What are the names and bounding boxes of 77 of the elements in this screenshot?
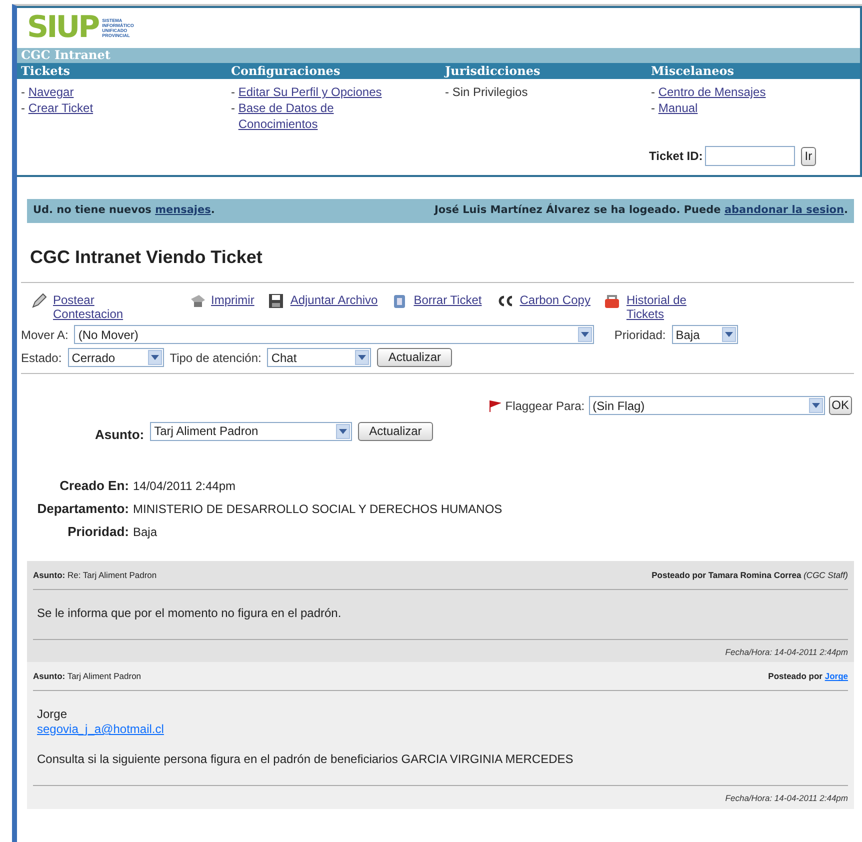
- field-label: Asunto:: [95, 426, 144, 444]
- post-text: Consulta si la siguiente persona figura en el padrón de beneficiarios GARCIA VIRGINIA MERCEDES: [37, 752, 574, 768]
- flag-icon: [489, 400, 502, 412]
- menu-heading: Configuraciones: [227, 63, 441, 79]
- caret-icon: [355, 350, 370, 366]
- logo: SIUP: [27, 13, 98, 43]
- toolbar-link[interactable]: Postear Contestacion: [53, 293, 143, 322]
- menu-text: Sin Privilegios: [452, 84, 528, 100]
- dropdown[interactable]: Cerrado: [68, 348, 164, 368]
- toolbar-link[interactable]: Historial de Tickets: [626, 293, 696, 322]
- dropdown[interactable]: Tarj Aliment Padron: [150, 422, 352, 441]
- field-value: MINISTERIO DE DESARROLLO SOCIAL Y DERECHOS HUMANOS: [133, 502, 504, 516]
- dropdown[interactable]: (Sin Flag): [588, 396, 825, 416]
- menu-heading: Miscelaneos: [647, 63, 860, 79]
- bullet-dash: -: [231, 100, 236, 116]
- bullet-dash: -: [21, 100, 26, 116]
- menu-heading: Tickets: [17, 63, 227, 79]
- field-label: Departamento:: [36, 502, 129, 516]
- caret-icon: [148, 350, 162, 366]
- page-title: CGC Intranet Viendo Ticket: [30, 246, 264, 268]
- caret-icon: [808, 398, 823, 414]
- author-link[interactable]: Jorge: [824, 671, 848, 682]
- post-subject: Asunto: Tarj Aliment Padron: [33, 670, 142, 684]
- printer-icon: [189, 293, 205, 310]
- ticket-id-field[interactable]: [704, 146, 795, 166]
- dropdown[interactable]: (No Mover): [74, 325, 594, 344]
- post-author: Posteado por Jorge: [768, 670, 848, 684]
- field-label: Prioridad:: [66, 524, 129, 539]
- briefcase-icon: [604, 293, 620, 310]
- dropdown[interactable]: Chat: [267, 348, 372, 368]
- field-label: Flaggear Para:: [505, 398, 585, 415]
- trash-icon: [392, 293, 408, 310]
- post-date: Fecha/Hora: 14-04-2011 2:44pm: [724, 646, 848, 658]
- link[interactable]: mensajes: [155, 204, 211, 216]
- bullet-dash: -: [445, 84, 450, 100]
- post-subject: Asunto: Re: Tarj Aliment Padron: [33, 568, 157, 582]
- field-value: 14/04/2011 2:44pm: [133, 478, 237, 493]
- toolbar-link[interactable]: Adjuntar Archivo: [290, 293, 378, 308]
- field-label: Prioridad:: [614, 326, 666, 344]
- email-link[interactable]: segovia_j_a@hotmail.cl: [37, 722, 164, 736]
- menu-link[interactable]: Editar Su Perfil y Opciones: [238, 84, 382, 100]
- bullet-dash: -: [651, 100, 656, 116]
- caret-icon: [578, 327, 592, 342]
- post-author: Posteado por Tamara Romina Correa (CGC Staff): [652, 568, 848, 582]
- ok-button[interactable]: OK: [828, 396, 852, 416]
- caret-icon: [336, 424, 350, 439]
- dropdown[interactable]: Baja: [672, 325, 738, 344]
- app-title: CGC Intranet: [17, 48, 860, 63]
- toolbar-link[interactable]: Imprimir: [211, 293, 254, 308]
- field-label: Tipo de atención:: [170, 350, 262, 367]
- toolbar-link[interactable]: Borrar Ticket: [414, 293, 482, 308]
- pencil-icon: [31, 293, 47, 310]
- field-label: Estado:: [21, 350, 62, 367]
- ticket-id-label: Ticket ID:: [649, 148, 703, 165]
- menu-link[interactable]: Crear Ticket: [28, 100, 94, 116]
- menu-link[interactable]: Navegar: [28, 84, 74, 100]
- menu-heading: Jurisdicciones: [441, 63, 647, 79]
- bullet-dash: -: [21, 84, 26, 100]
- go-button[interactable]: Ir: [800, 146, 816, 166]
- menu-link[interactable]: Base de Datos de Conocimientos: [238, 100, 403, 132]
- message-notice: Ud. no tiene nuevos mensajes.: [33, 203, 215, 218]
- login-notice: José Luis Martínez Álvarez se ha logeado. Puede abandonar la sesion.: [434, 203, 848, 218]
- menu-link[interactable]: Manual: [658, 100, 698, 116]
- link[interactable]: abandonar la sesion: [724, 204, 844, 216]
- post-text: Jorge: [37, 707, 68, 722]
- field-value: Baja: [133, 524, 158, 539]
- update-button[interactable]: Actualizar: [358, 422, 433, 441]
- field-label: Creado En:: [58, 478, 129, 493]
- caret-icon: [722, 327, 736, 342]
- field-label: Mover A:: [21, 326, 68, 344]
- bullet-dash: -: [231, 84, 236, 100]
- update-button[interactable]: Actualizar: [377, 348, 452, 368]
- bullet-dash: -: [651, 84, 656, 100]
- post-text: Se le informa que por el momento no figura en el padrón.: [37, 606, 342, 621]
- menu-link[interactable]: Centro de Mensajes: [658, 84, 766, 100]
- post-date: Fecha/Hora: 14-04-2011 2:44pm: [724, 792, 848, 805]
- toolbar-link[interactable]: Carbon Copy: [520, 293, 590, 308]
